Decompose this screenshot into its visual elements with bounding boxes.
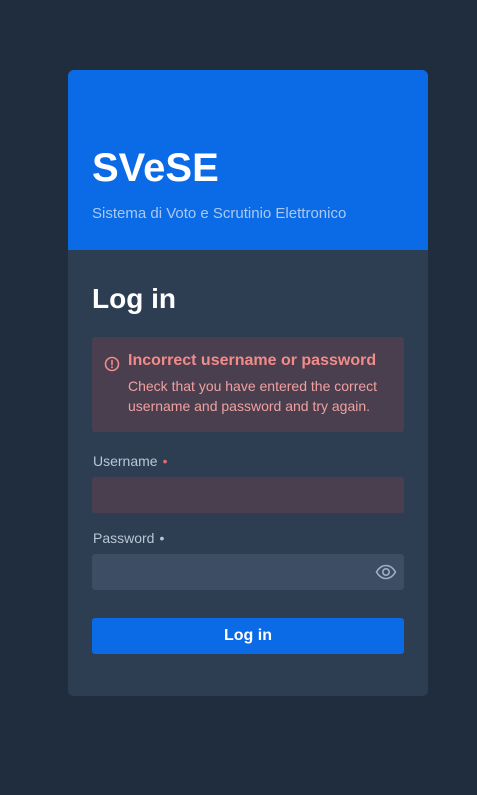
username-label: Username •	[93, 453, 168, 469]
password-required-mark: •	[159, 530, 165, 546]
alert-title: Incorrect username or password	[128, 352, 377, 369]
alert-message: Check that you have entered the correct …	[128, 378, 378, 414]
login-button[interactable]: Log in	[92, 618, 404, 654]
page-title: Log in	[92, 283, 176, 314]
show-password-toggle[interactable]	[374, 560, 398, 584]
eye-icon	[375, 564, 397, 580]
app-subtitle: Sistema di Voto e Scrutinio Elettronico	[92, 205, 347, 222]
login-card: SVeSE Sistema di Voto e Scrutinio Elettr…	[68, 70, 428, 696]
error-alert: Incorrect username or password Check tha…	[92, 337, 404, 432]
username-input[interactable]	[92, 477, 404, 513]
password-input[interactable]	[92, 554, 404, 590]
username-label-text: Username	[93, 453, 158, 469]
username-required-mark: •	[162, 453, 168, 469]
card-header: SVeSE Sistema di Voto e Scrutinio Elettr…	[68, 70, 428, 250]
alert-circle-icon	[104, 356, 120, 372]
password-label: Password •	[93, 530, 164, 546]
app-title: SVeSE	[92, 146, 219, 190]
password-label-text: Password	[93, 530, 155, 546]
